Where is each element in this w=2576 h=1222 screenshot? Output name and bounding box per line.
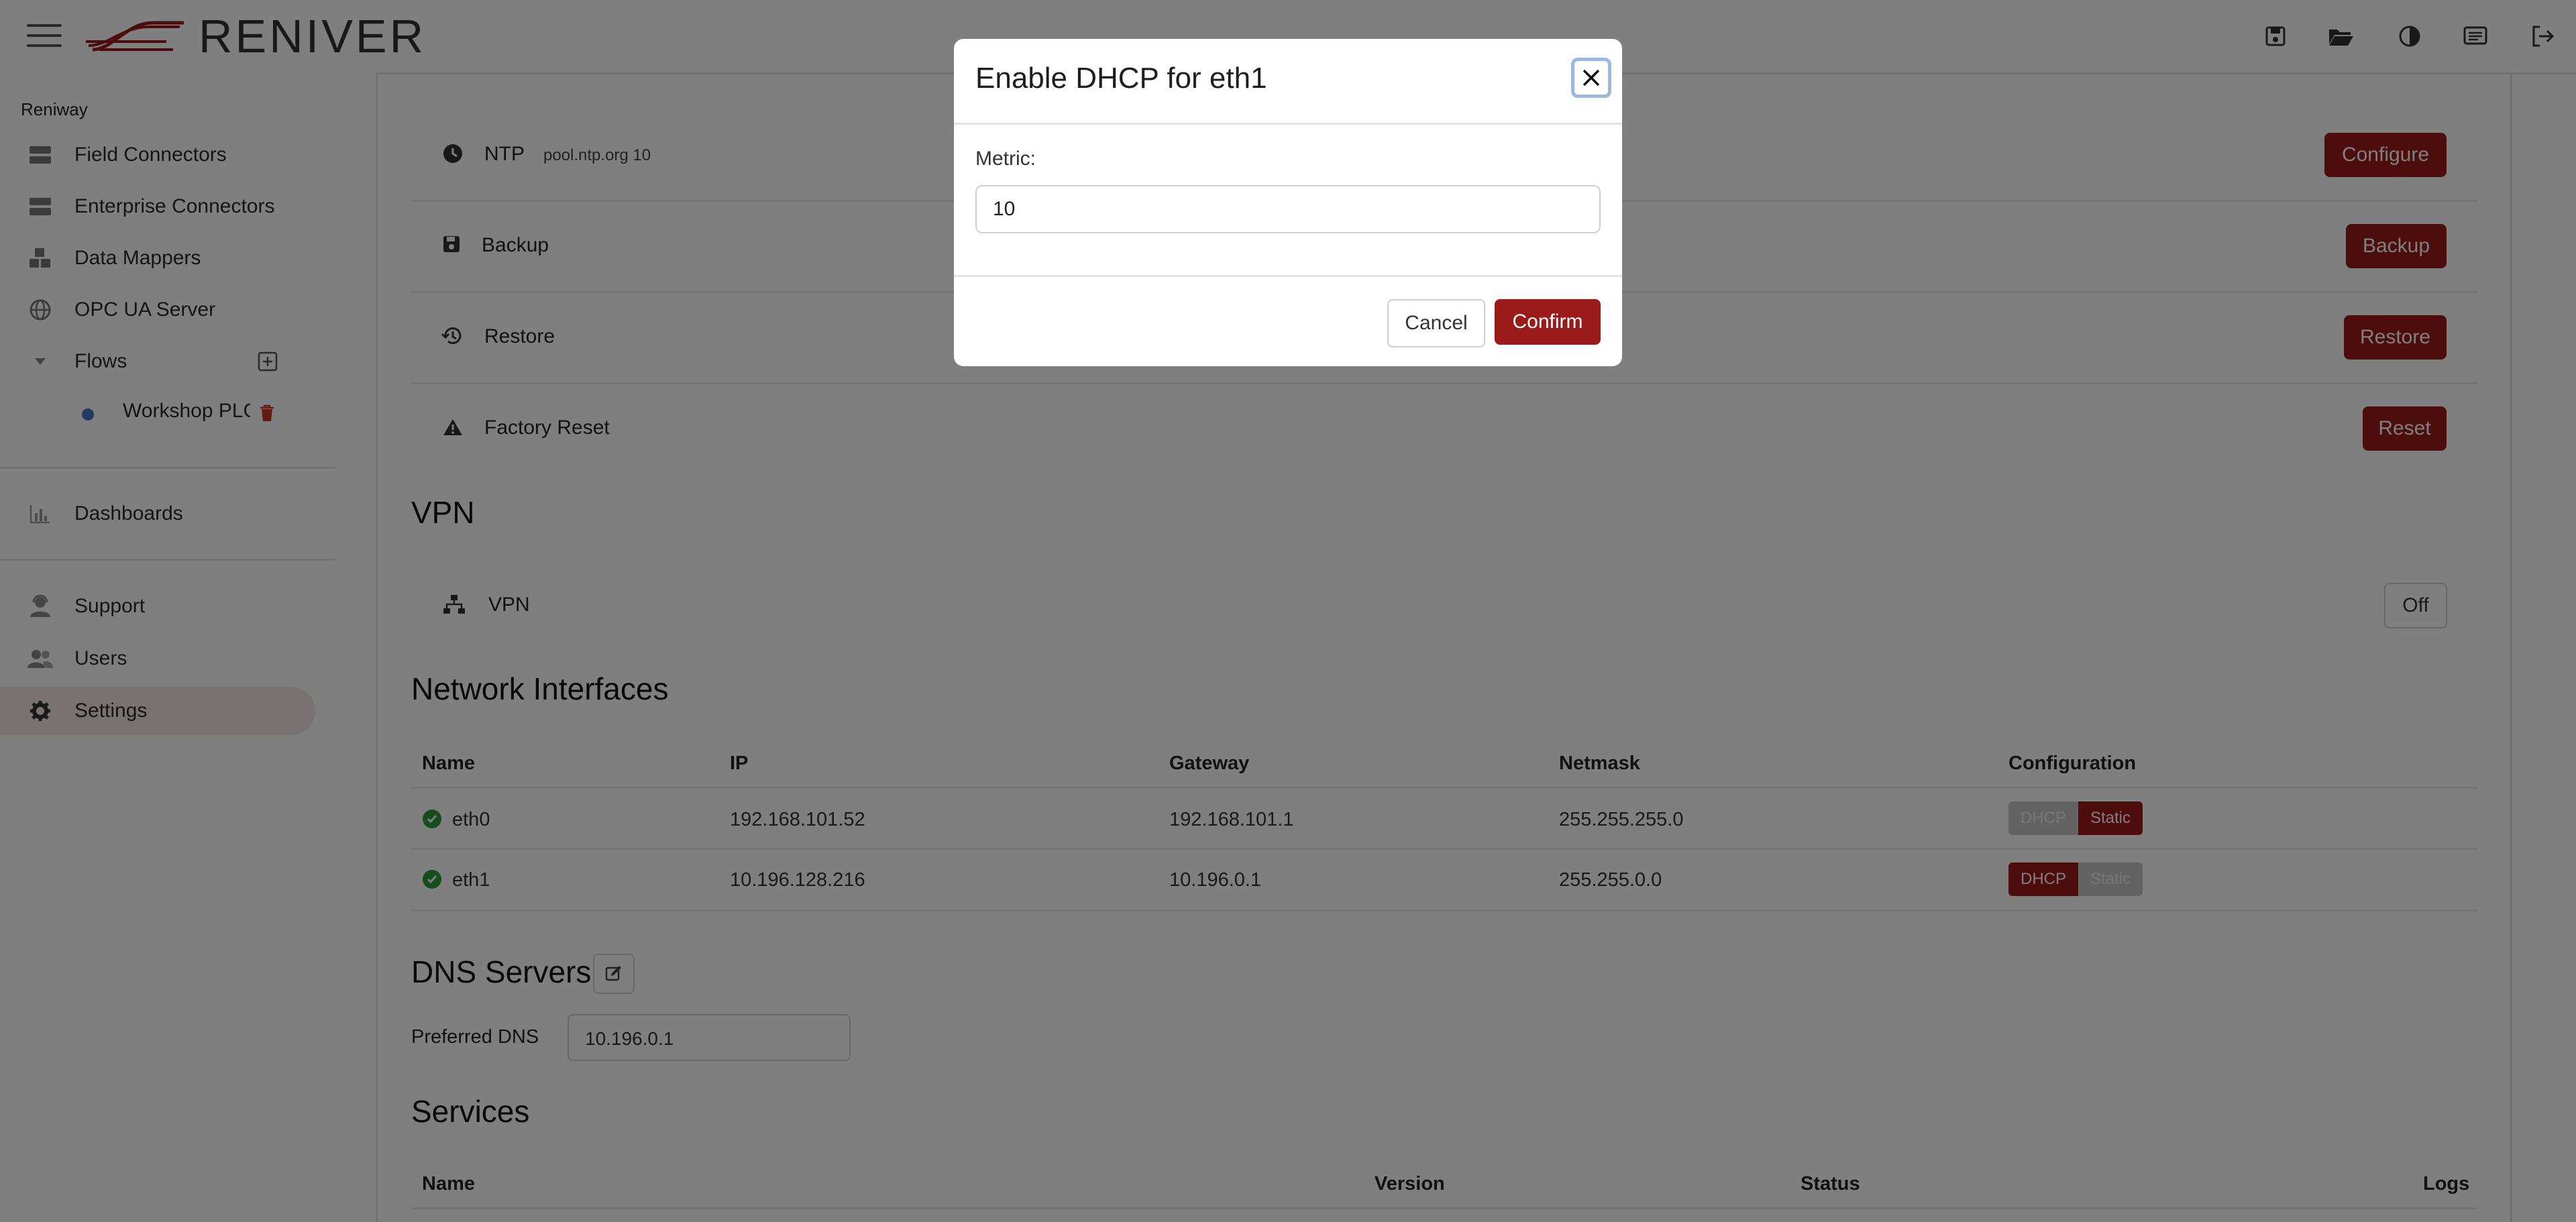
metric-label: Metric: <box>975 148 1036 170</box>
close-button[interactable] <box>1571 58 1611 98</box>
dialog-header-divider <box>954 123 1622 125</box>
dialog-title: Enable DHCP for eth1 <box>975 62 1267 95</box>
close-icon <box>1582 69 1600 87</box>
cancel-button[interactable]: Cancel <box>1387 299 1485 347</box>
enable-dhcp-dialog: Enable DHCP for eth1 Metric: Cancel Conf… <box>954 39 1622 366</box>
metric-input[interactable] <box>975 185 1601 233</box>
dialog-footer-divider <box>954 275 1622 277</box>
confirm-button[interactable]: Confirm <box>1495 299 1601 345</box>
